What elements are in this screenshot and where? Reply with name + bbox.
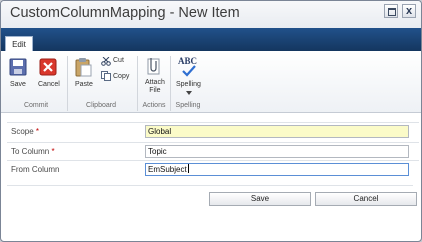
scope-label: Scope * [11, 127, 40, 136]
commit-group-label: Commit [23, 102, 49, 109]
to-column-label: To Column * [11, 147, 55, 156]
title-bar: CustomColumnMapping - New Item x [1, 1, 421, 28]
scope-field[interactable]: Global [145, 125, 409, 138]
chevron-down-icon [186, 91, 192, 95]
checkmark-icon [182, 65, 196, 77]
dialog-window: CustomColumnMapping - New Item x Edit Sa… [0, 0, 422, 242]
paste-ribbon-label: Paste [75, 81, 93, 88]
cancel-x-icon [39, 58, 57, 76]
to-column-field[interactable]: Topic [145, 145, 409, 158]
attach-label-line1: Attach [145, 79, 165, 86]
form-row-scope: Scope * Global [7, 122, 419, 143]
spelling-group-label: Spelling [175, 102, 201, 109]
attach-file-ribbon-label: Attach File [145, 79, 165, 95]
attach-label-line2: File [149, 87, 161, 94]
copy-ribbon-label: Copy [113, 73, 130, 80]
required-marker: * [51, 147, 55, 156]
scissors-icon [101, 57, 111, 66]
cancel-button[interactable]: Cancel [315, 192, 417, 206]
from-column-value: EmSubject [148, 165, 187, 174]
save-ribbon-label: Save [10, 81, 26, 88]
ribbon-divider [67, 56, 68, 111]
dialog-title: CustomColumnMapping - New Item [10, 5, 240, 21]
floppy-disk-icon [9, 58, 27, 76]
close-button[interactable]: x [402, 4, 416, 18]
ribbon [1, 51, 421, 113]
spelling-ribbon-label: Spelling [176, 81, 201, 88]
save-button[interactable]: Save [209, 192, 311, 206]
paste-clipboard-icon [75, 58, 92, 77]
form-footer-divider [7, 185, 413, 186]
cut-ribbon-label: Cut [113, 57, 124, 64]
form-row-from-column: From Column EmSubject [7, 160, 419, 181]
actions-group-label: Actions [142, 102, 166, 109]
ribbon-divider [170, 56, 171, 111]
required-marker: * [35, 127, 40, 136]
maximize-button[interactable] [384, 4, 398, 18]
clipboard-group-label: Clipboard [86, 102, 116, 109]
cancel-ribbon-label: Cancel [38, 81, 60, 88]
paperclip-icon [147, 58, 160, 75]
from-column-label: From Column [11, 165, 60, 174]
from-column-field[interactable]: EmSubject [145, 163, 409, 176]
ribbon-tab-band [1, 28, 421, 51]
copy-icon [101, 71, 111, 81]
text-caret [187, 164, 189, 173]
ribbon-divider [137, 56, 138, 111]
